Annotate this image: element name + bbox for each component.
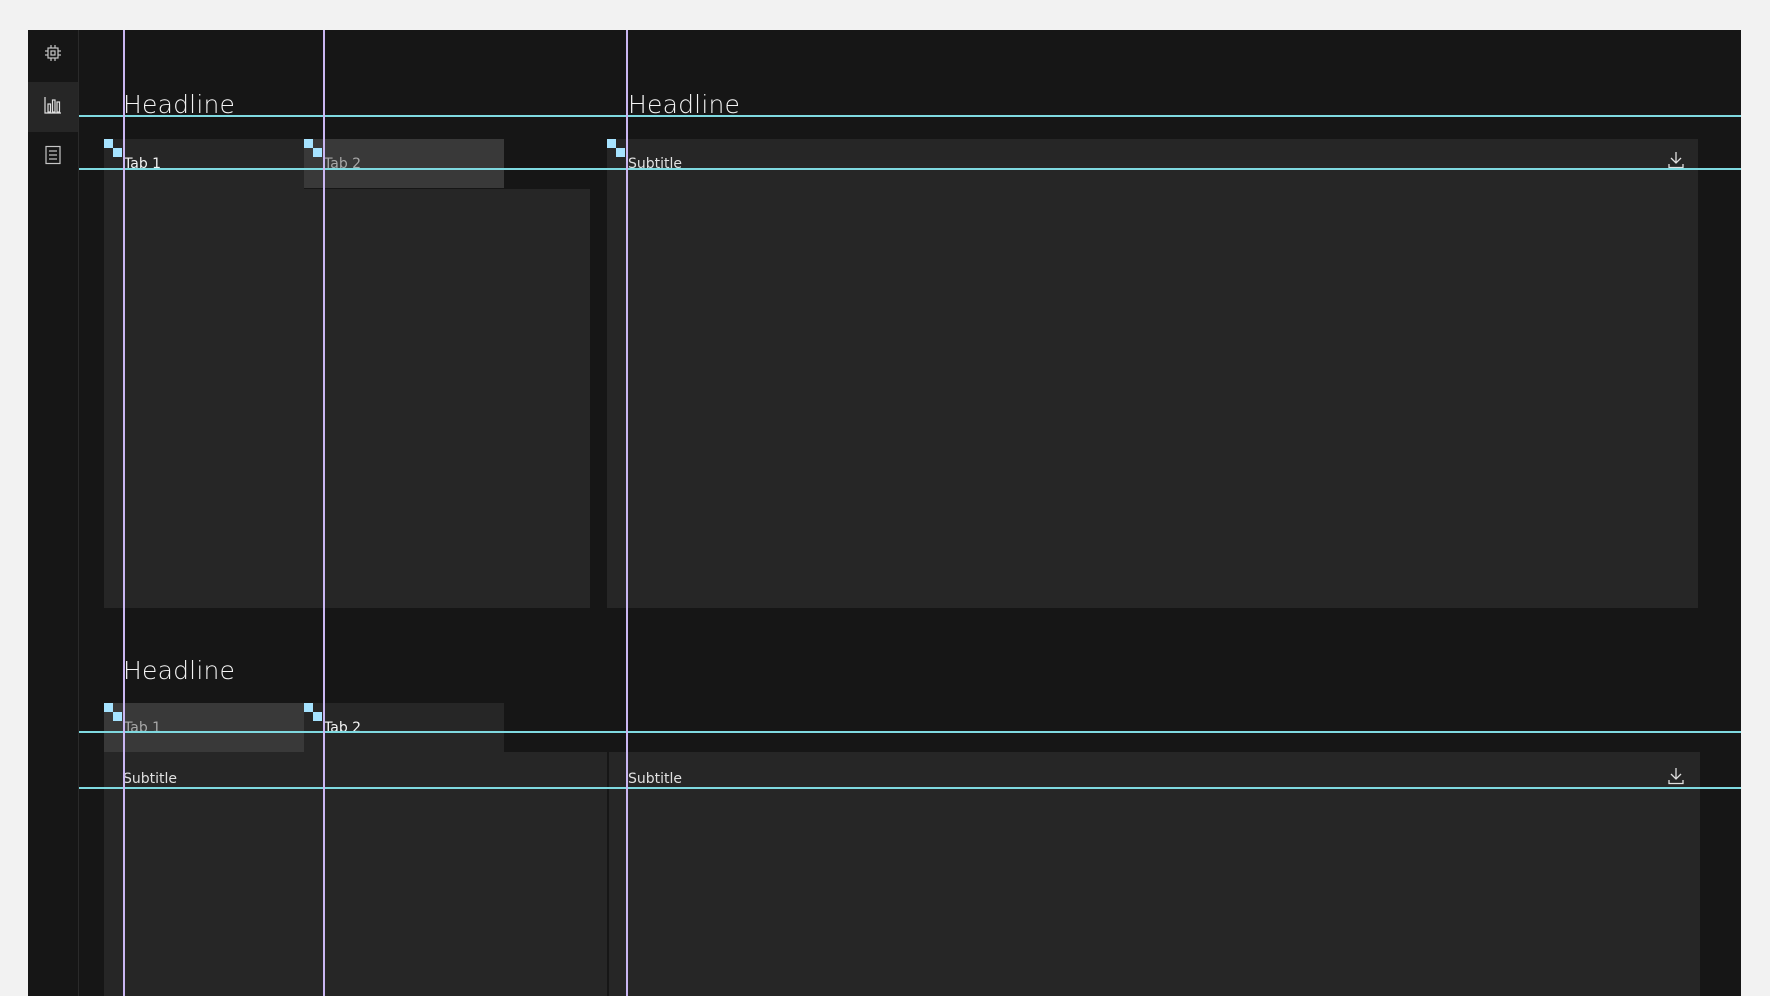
guide-line-vertical [123, 30, 125, 996]
section1-left-card-col [104, 139, 304, 608]
guide-line-horizontal [79, 168, 1741, 170]
rail-item-report[interactable] [28, 132, 78, 182]
guide-line-vertical [626, 30, 628, 996]
section2-right-subtitle: Subtitle [628, 771, 683, 787]
section1-card-subtitle: Subtitle [628, 156, 683, 172]
spacing-marker [607, 139, 627, 159]
dashboard-frame: Headline Headline Tab 1 Tab 2 Subtitle H… [28, 30, 1741, 996]
section1-tab-2[interactable]: Tab 2 [304, 139, 504, 188]
guide-line-horizontal [79, 731, 1741, 733]
tab-label: Tab 1 [124, 720, 162, 736]
tab-label: Tab 2 [324, 720, 362, 736]
guide-line-horizontal [79, 787, 1741, 789]
section1-tab-1[interactable]: Tab 1 [104, 139, 304, 188]
rail-item-analytics[interactable] [28, 82, 78, 132]
download-icon [1667, 151, 1685, 173]
tab-label: Tab 1 [124, 156, 162, 172]
spacing-marker [304, 703, 324, 723]
guide-line-vertical [323, 30, 325, 996]
report-icon [44, 145, 62, 169]
guide-line-horizontal [79, 115, 1741, 117]
section2-headline: Headline [123, 656, 236, 685]
section2-tab-1[interactable]: Tab 1 [104, 703, 304, 752]
spacing-marker [104, 139, 124, 159]
section2-right-card [609, 752, 1700, 996]
spacing-marker [104, 703, 124, 723]
side-rail [28, 30, 79, 996]
section2-left-subtitle: Subtitle [123, 771, 178, 787]
section2-tab-2[interactable]: Tab 2 [304, 703, 504, 752]
section2-left-card [104, 752, 607, 996]
tab-label: Tab 2 [324, 156, 362, 172]
rail-item-chip[interactable] [28, 30, 78, 80]
section1-right-card [607, 139, 1698, 608]
chip-icon [44, 44, 62, 66]
download-icon [1667, 767, 1685, 789]
bar-chart-icon [43, 95, 63, 119]
spacing-marker [304, 139, 324, 159]
section1-left-card-body [304, 189, 590, 608]
section1-download-button[interactable] [1664, 150, 1688, 174]
